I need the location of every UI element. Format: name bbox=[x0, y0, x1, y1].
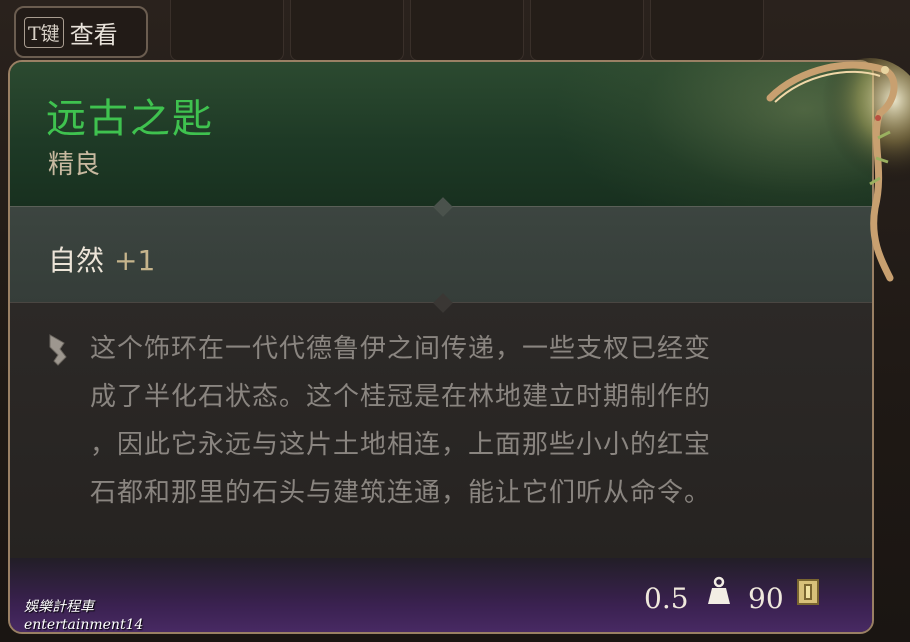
inventory-slot bbox=[170, 0, 284, 61]
watermark: 娛樂計程車 entertainment14 bbox=[24, 598, 143, 634]
gold-coin-icon bbox=[797, 579, 819, 605]
item-value: 90 bbox=[748, 582, 784, 615]
item-rarity: 精良 bbox=[48, 150, 101, 180]
inventory-slot bbox=[410, 0, 524, 61]
tooltip-header: 远古之匙 精良 bbox=[10, 62, 872, 242]
quill-icon bbox=[49, 334, 67, 366]
watermark-line-2: entertainment14 bbox=[24, 617, 144, 633]
item-weight: 0.5 bbox=[644, 582, 689, 615]
description-section: 这个饰环在一代代德鲁伊之间传递，一些支杈已经变 成了半化石状态。这个桂冠是在林地… bbox=[10, 293, 872, 559]
watermark-line-1: 娛樂計程車 bbox=[24, 599, 94, 615]
inventory-slot bbox=[650, 0, 764, 61]
stat-value: +1 bbox=[114, 244, 156, 277]
inspect-label: 查看 bbox=[69, 20, 118, 49]
inspect-hint[interactable]: T键 查看 bbox=[14, 6, 148, 58]
inventory-slot bbox=[290, 0, 404, 61]
stats-section: 自然 +1 bbox=[10, 197, 872, 303]
stat-name: 自然 bbox=[48, 244, 105, 277]
item-name: 远古之匙 bbox=[46, 96, 214, 142]
keybind-t: T键 bbox=[24, 16, 64, 48]
weight-icon bbox=[708, 576, 730, 604]
item-tooltip: 远古之匙 精良 自然 +1 这个饰环在一代代德鲁伊之间传递，一些支杈已经变 成了半… bbox=[8, 60, 874, 634]
circlet-item-icon bbox=[766, 58, 910, 282]
inventory-slot bbox=[530, 0, 644, 61]
item-description: 这个饰环在一代代德鲁伊之间传递，一些支杈已经变 成了半化石状态。这个桂冠是在林地… bbox=[90, 334, 712, 508]
stat-line: 自然 +1 bbox=[48, 239, 155, 279]
